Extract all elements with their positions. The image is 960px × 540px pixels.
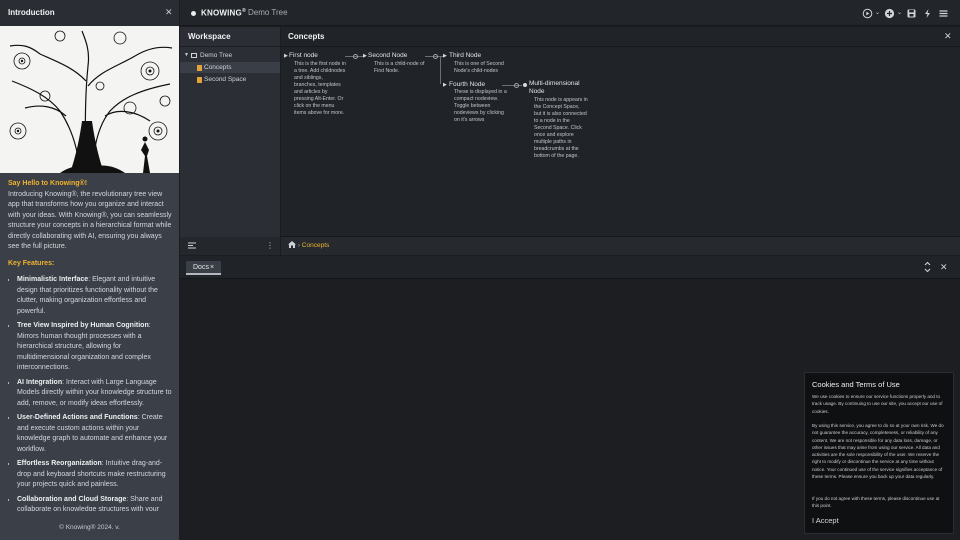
feature-item: Effortless Reorganization: Intuitive dra… [17, 459, 174, 491]
node-first-title[interactable]: First node [289, 52, 318, 59]
node-arrow-icon[interactable]: ▶ [443, 53, 447, 59]
caret-down-icon[interactable]: ▼ [184, 50, 189, 61]
document-icon [197, 65, 202, 71]
node-multi-desc: This node is appears in the Concept Spac… [534, 97, 588, 159]
bolt-icon[interactable] [922, 8, 933, 19]
menu-icon[interactable] [938, 8, 949, 19]
home-icon[interactable] [288, 241, 296, 248]
feature-item: Minimalistic Interface: Elegant and intu… [17, 275, 174, 317]
feature-item: User-Defined Actions and Functions: Crea… [17, 413, 174, 455]
copyright-text: © Knowing® 2024. v. [59, 524, 120, 531]
connector-line [440, 56, 441, 84]
toggle-circle[interactable] [514, 83, 519, 88]
cookie-paragraph: If you do not agree with these terms, pl… [812, 496, 940, 509]
breadcrumb-item[interactable]: Concepts [302, 242, 329, 249]
cookie-paragraph: We use cookies to ensure our service fun… [812, 394, 943, 414]
chevron-down-icon[interactable]: ⌄ [872, 8, 883, 19]
intro-title: Introduction [8, 8, 55, 17]
divider [180, 46, 280, 47]
node-third-title[interactable]: Third Node [449, 52, 481, 59]
chevron-down-icon[interactable]: ⌄ [894, 8, 905, 19]
node-fourth-desc: These is displayed in a compact nodeview… [454, 89, 507, 123]
close-icon[interactable]: ✕ [940, 262, 948, 273]
cookie-title: Cookies and Terms of Use [812, 380, 900, 389]
top-bar [180, 0, 960, 26]
node-third-desc: This is one of Second Node's child-nodes [454, 61, 504, 74]
workspace-title: Workspace [188, 32, 231, 41]
intro-illustration [0, 26, 179, 173]
folder-icon [191, 53, 197, 58]
accept-button[interactable]: I Accept [812, 516, 839, 525]
close-icon[interactable]: ✕ [165, 7, 173, 18]
features-list: Minimalistic Interface: Elegant and intu… [8, 275, 174, 511]
toggle-circle[interactable] [353, 54, 358, 59]
concepts-title: Concepts [288, 32, 325, 41]
node-second-desc: This is a child-node of First Node. [374, 61, 425, 74]
intro-content: Say Hello to Knowing®! Introducing Knowi… [8, 179, 174, 511]
tab-docs[interactable]: Docs× [186, 261, 221, 275]
sidebar-item-concepts[interactable]: Concepts [180, 62, 280, 73]
features-heading: Key Features: [8, 259, 55, 267]
save-icon[interactable] [906, 8, 917, 19]
intro-paragraph: Introducing Knowing®, the revolutionary … [8, 190, 172, 251]
connector-line [502, 85, 522, 86]
breadcrumb: › Concepts [288, 241, 329, 249]
node-arrow-icon[interactable]: ▶ [363, 53, 367, 59]
cookie-paragraph: By using this service, you agree to do s… [812, 423, 944, 480]
node-second-title[interactable]: Second Node [368, 52, 407, 59]
close-icon[interactable]: × [210, 264, 214, 271]
intro-hello: Say Hello to Knowing®! [8, 180, 88, 187]
status-dot-icon [191, 11, 196, 16]
feature-item: AI Integration: Interact with Large Lang… [17, 378, 174, 410]
workspace-root[interactable]: ▼ Demo Tree [180, 50, 280, 61]
node-arrow-icon[interactable]: ▶ [443, 82, 447, 88]
expand-collapse-icon[interactable] [924, 261, 931, 275]
more-vertical-icon[interactable]: ⋮ [266, 241, 274, 250]
feature-item: Collaboration and Cloud Storage: Share a… [17, 495, 174, 512]
concepts-footer [281, 236, 960, 255]
collapse-list-icon[interactable] [188, 242, 196, 251]
toggle-circle[interactable] [433, 54, 438, 59]
close-icon[interactable]: ✕ [944, 31, 952, 42]
divider [281, 46, 960, 47]
docs-tabbar [180, 256, 960, 279]
node-multi-title[interactable]: Multi-dimensional Node [529, 80, 581, 96]
node-arrow-icon[interactable]: ▶ [284, 53, 288, 59]
node-bullet-icon[interactable] [523, 83, 527, 87]
sidebar-item-second-space[interactable]: Second Space [180, 74, 280, 85]
document-icon [197, 77, 202, 83]
feature-item: Tree View Inspired by Human Cognition: M… [17, 321, 174, 374]
node-first-desc: This is the first node in a tree. Add ch… [294, 61, 346, 116]
node-fourth-title[interactable]: Fourth Node [449, 81, 485, 88]
brand-logo[interactable]: KNOWING® [201, 8, 246, 18]
tree-name[interactable]: Demo Tree [248, 8, 288, 17]
